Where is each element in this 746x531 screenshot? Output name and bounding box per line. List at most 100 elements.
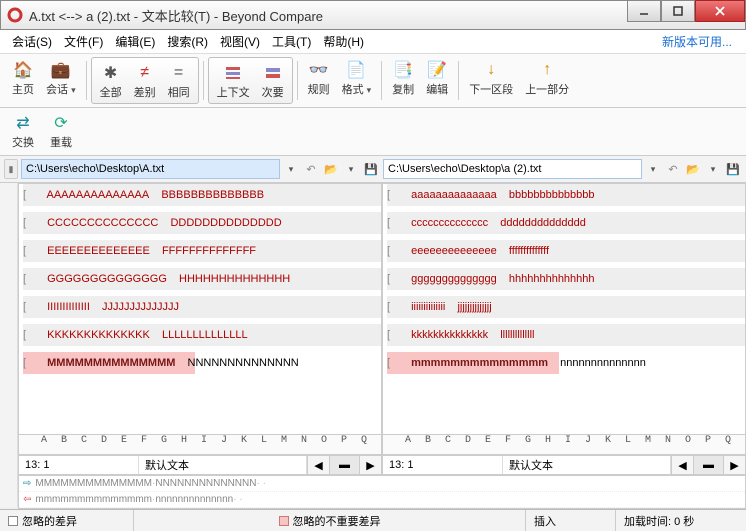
right-browse-icon[interactable]: 📂 [684,160,702,178]
window-title: A.txt <--> a (2).txt - 文本比较(T) - Beyond … [29,6,627,25]
close-button[interactable] [695,0,745,22]
merge-gutter [0,475,18,507]
copy-button[interactable]: 📑复制 [386,57,420,98]
right-syntax: 默认文本 [503,456,671,474]
compare-line[interactable]: [ iiiiiiiiiiiiii jjjjjjjjjjjjjj [387,296,745,318]
left-browse-icon[interactable]: 📂 [322,160,340,178]
merge-arrow-left-icon: ⇨ [23,494,31,505]
same-button[interactable]: =相同 [162,60,196,101]
compare-line[interactable]: [ CCCCCCCCCCCCCC DDDDDDDDDDDDDD [23,212,381,234]
window-buttons [627,1,745,29]
menu-edit[interactable]: 编辑(E) [109,31,161,52]
app-icon [7,7,23,23]
right-ruler: A B C D E F G H I J K L M N O P Q R S [383,434,745,454]
right-undo-icon[interactable]: ↶ [664,160,682,178]
right-scroll-left[interactable]: ◀ [671,456,693,474]
format-button[interactable]: 📄格式 ▾ [336,57,378,98]
filter-group: ✱全部 ≠差别 =相同 [91,57,199,104]
copy-icon: 📑 [393,59,413,81]
context-group: 上下文 次要 [208,57,293,104]
right-scroll-track[interactable]: ▬ [693,456,723,474]
right-pane: [ aaaaaaaaaaaaaa bbbbbbbbbbbbbb [ ccccccc… [382,183,746,455]
info-gutter [0,455,18,475]
left-save-icon[interactable]: 💾 [362,160,380,178]
right-path-input[interactable] [383,159,642,179]
new-version-link[interactable]: 新版本可用... [662,33,740,50]
format-icon: 📄 [346,59,366,81]
right-path-dropdown[interactable]: ▾ [644,160,662,178]
compare-line[interactable]: [ EEEEEEEEEEEEEE FFFFFFFFFFFFFF [23,240,381,262]
right-browse-dropdown[interactable]: ▾ [704,160,722,178]
edit-button[interactable]: 📝编辑 [420,57,454,98]
right-content[interactable]: [ aaaaaaaaaaaaaa bbbbbbbbbbbbbb [ ccccccc… [383,184,745,434]
left-undo-icon[interactable]: ↶ [302,160,320,178]
compare-line[interactable]: [ GGGGGGGGGGGGGG HHHHHHHHHHHHHH [23,268,381,290]
edit-icon: 📝 [427,59,447,81]
left-path-box: ▾ ↶ 📂 ▾ 💾 [21,159,380,179]
sessions-button[interactable]: 💼会话 ▾ [40,57,82,98]
home-icon: 🏠 [13,59,33,81]
compare-line[interactable]: [ AAAAAAAAAAAAAA BBBBBBBBBBBBBB [23,184,381,206]
context-icon [224,62,242,84]
all-button[interactable]: ✱全部 [94,60,128,101]
left-path-dropdown[interactable]: ▾ [282,160,300,178]
diff-button[interactable]: ≠差别 [128,60,162,101]
compare-line[interactable]: [ cccccccccccccc dddddddddddddd [387,212,745,234]
compare-line[interactable]: [ kkkkkkkkkkkkkk llllllllllllll [387,324,745,346]
swap-button[interactable]: ⇄交换 [6,110,40,151]
menu-help[interactable]: 帮助(H) [317,31,370,52]
left-scroll-right[interactable]: ▶ [359,456,381,474]
toolbar-main: 🏠主页 💼会话 ▾ ✱全部 ≠差别 =相同 上下文 次要 👓规则 📄格式 ▾ 📑… [0,54,746,108]
home-button[interactable]: 🏠主页 [6,57,40,98]
left-scroll-track[interactable]: ▬ [329,456,359,474]
swap-icon: ⇄ [16,112,29,134]
compare-line[interactable]: [ mmmmmmmmmmmmmm nnnnnnnnnnnnnn [387,352,745,374]
compare-line[interactable]: [ aaaaaaaaaaaaaa bbbbbbbbbbbbbb [387,184,745,206]
left-scroll-left[interactable]: ◀ [307,456,329,474]
equal-icon: = [174,62,183,84]
left-gutter[interactable] [0,183,18,455]
minor-button[interactable]: 次要 [256,60,290,101]
left-cursor-pos: 13: 1 [19,456,139,474]
minimize-button[interactable] [627,0,661,22]
left-syntax: 默认文本 [139,456,307,474]
left-browse-dropdown[interactable]: ▾ [342,160,360,178]
merge-line-right[interactable]: ⇨ mmmmmmmmmmmmmm · nnnnnnnnnnnnnn · · [19,492,745,508]
compare-line[interactable]: [ gggggggggggggg hhhhhhhhhhhhhh [387,268,745,290]
rules-button[interactable]: 👓规则 [302,57,336,98]
menu-file[interactable]: 文件(F) [58,31,109,52]
merge-area: ⇨ MMMMMMMMMMMMMM · NNNNNNNNNNNNNN · · ⇨ … [18,475,746,509]
next-section-button[interactable]: ↓下一区段 [463,57,519,98]
notequal-icon: ≠ [140,62,149,84]
menu-view[interactable]: 视图(V) [214,31,266,52]
arrow-down-icon: ↓ [487,59,495,81]
prev-section-button[interactable]: ↑上一部分 [519,57,575,98]
reload-icon: ⟳ [54,112,67,134]
compare-line[interactable]: [ IIIIIIIIIIIIII JJJJJJJJJJJJJJ [23,296,381,318]
right-save-icon[interactable]: 💾 [724,160,742,178]
reload-button[interactable]: ⟳重载 [44,110,78,151]
left-path-input[interactable] [21,159,280,179]
left-thumb[interactable]: ▮ [4,159,18,179]
compare-panes: [ AAAAAAAAAAAAAA BBBBBBBBBBBBBB [ CCCCCCC… [0,183,746,455]
context-button[interactable]: 上下文 [211,60,256,101]
right-scroll-right[interactable]: ▶ [723,456,745,474]
minor-icon [264,62,282,84]
toolbar-secondary: ⇄交换 ⟳重载 [0,108,746,156]
right-path-box: ▾ ↶ 📂 ▾ 💾 [383,159,742,179]
left-content[interactable]: [ AAAAAAAAAAAAAA BBBBBBBBBBBBBB [ CCCCCCC… [19,184,381,434]
compare-line[interactable]: [ eeeeeeeeeeeeee ffffffffffffff [387,240,745,262]
left-pane: [ AAAAAAAAAAAAAA BBBBBBBBBBBBBB [ CCCCCCC… [18,183,382,455]
rules-icon: 👓 [309,59,329,81]
menu-tools[interactable]: 工具(T) [266,31,317,52]
compare-line[interactable]: [ MMMMMMMMMMMMMM NNNNNNNNNNNNNN [23,352,381,374]
window-titlebar: A.txt <--> a (2).txt - 文本比较(T) - Beyond … [0,0,746,30]
menu-search[interactable]: 搜索(R) [161,31,214,52]
merge-arrow-right-icon: ⇨ [23,478,31,489]
menu-session[interactable]: 会话(S) [6,31,58,52]
left-info-bar: 13: 1 默认文本 ◀ ▬ ▶ [18,455,382,475]
compare-line[interactable]: [ KKKKKKKKKKKKKK LLLLLLLLLLLLLL [23,324,381,346]
left-ruler: A B C D E F G H I J K L M N O P Q R S T … [19,434,381,454]
merge-line-left[interactable]: ⇨ MMMMMMMMMMMMMM · NNNNNNNNNNNNNN · · [19,476,745,492]
maximize-button[interactable] [661,0,695,22]
